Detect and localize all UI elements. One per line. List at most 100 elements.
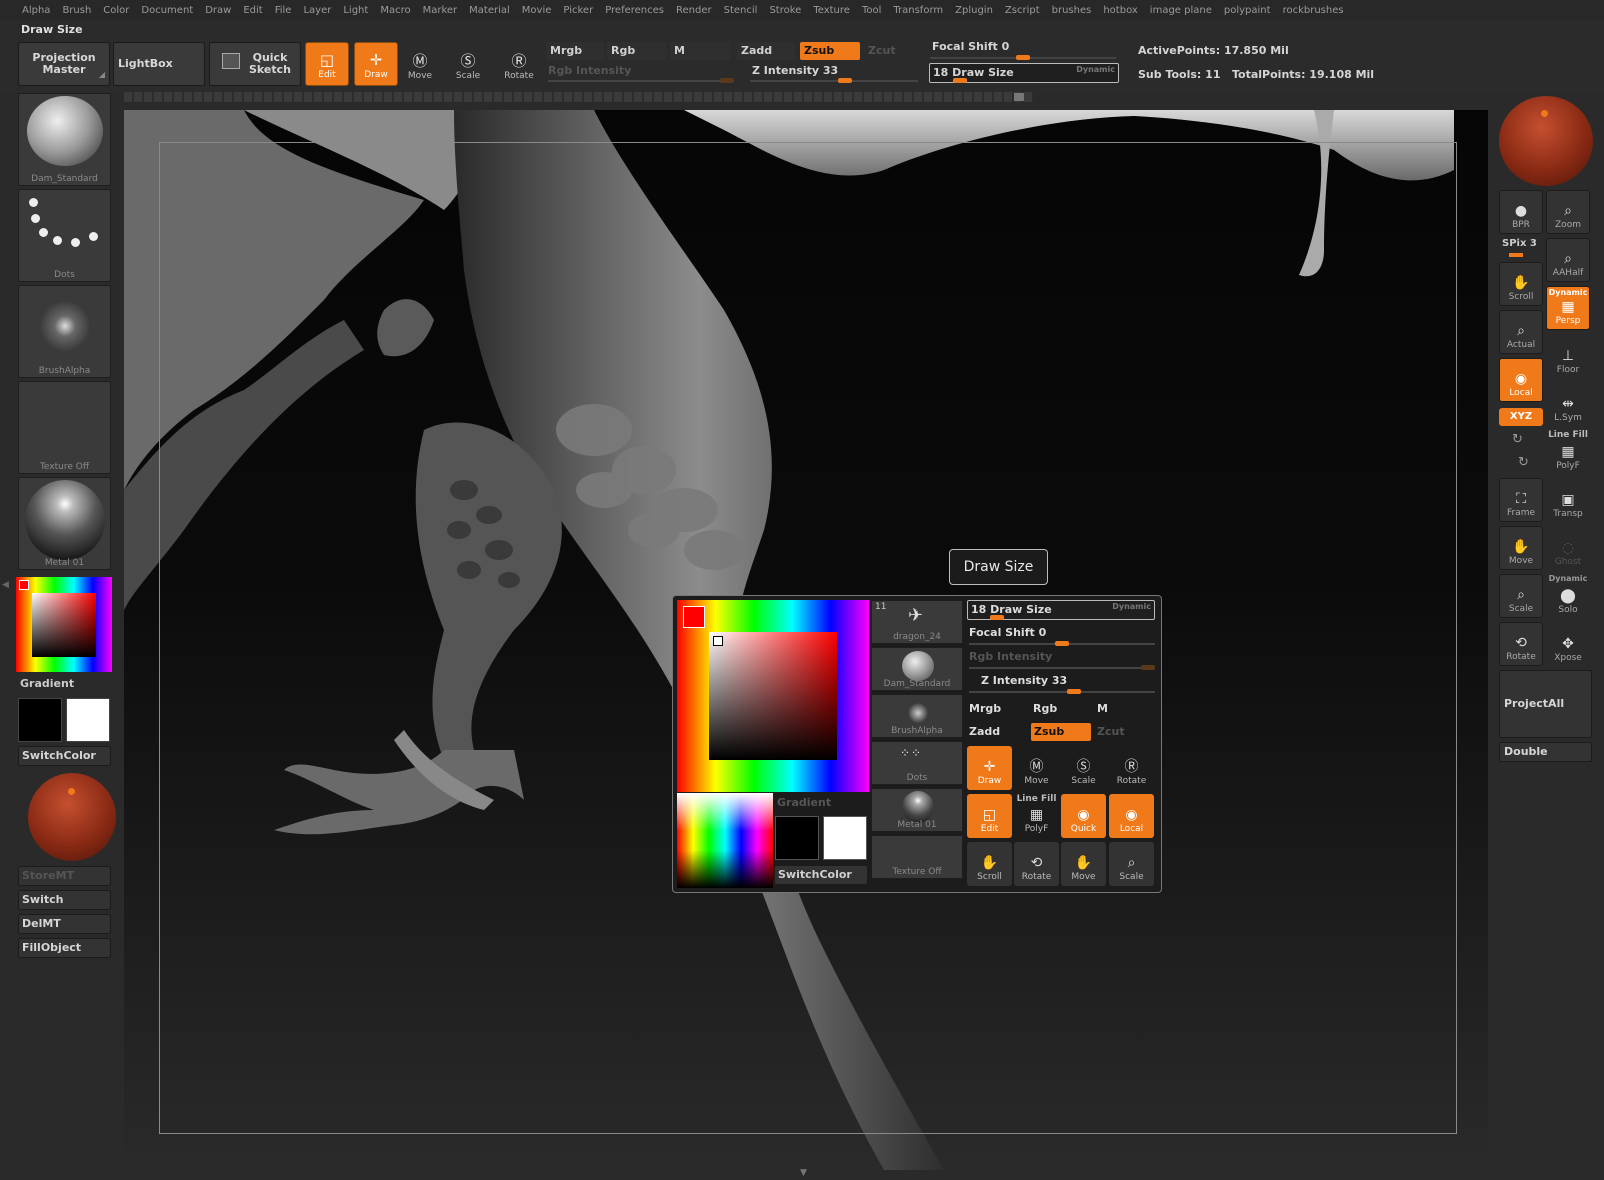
menu-item[interactable]: rockbrushes bbox=[1277, 5, 1350, 16]
popup-zadd-toggle[interactable]: Zadd bbox=[969, 725, 1000, 738]
popup-draw-size-knob[interactable] bbox=[990, 615, 1004, 620]
left-collapse-arrow-icon[interactable]: ◀ bbox=[2, 580, 9, 590]
popup-color-square[interactable] bbox=[709, 632, 837, 760]
color-selector-marker[interactable] bbox=[19, 580, 29, 590]
popup-rotate-view-button[interactable]: ⟲ Rotate bbox=[1014, 842, 1059, 886]
transp-button[interactable]: ▣ Transp bbox=[1546, 478, 1590, 522]
z-intensity-slider[interactable] bbox=[750, 80, 918, 82]
move-view-button[interactable]: ✋ Move bbox=[1499, 526, 1543, 570]
rgb-intensity-slider[interactable] bbox=[548, 80, 734, 82]
quick-sketch-button[interactable]: Quick Sketch bbox=[209, 42, 301, 86]
menu-item[interactable]: Stencil bbox=[718, 5, 764, 16]
color-picker-square[interactable] bbox=[32, 593, 96, 657]
brush-thumb[interactable]: Dam_Standard bbox=[18, 93, 111, 186]
frame-button[interactable]: ⛶ Frame bbox=[1499, 478, 1543, 522]
texture-thumb[interactable]: Texture Off bbox=[18, 381, 111, 474]
material-thumb[interactable]: Metal 01 bbox=[18, 477, 111, 570]
menu-item[interactable]: Brush bbox=[56, 5, 97, 16]
popup-zsub-toggle[interactable]: Zsub bbox=[1031, 723, 1091, 741]
primary-color-swatch[interactable] bbox=[18, 698, 62, 742]
popup-draw-button[interactable]: ✛ Draw bbox=[967, 746, 1012, 790]
ghost-button[interactable]: ◌ Ghost bbox=[1546, 526, 1590, 570]
menu-item[interactable]: Light bbox=[337, 5, 374, 16]
popup-zcut-toggle[interactable]: Zcut bbox=[1097, 725, 1125, 738]
store-mt-button[interactable]: StoreMT bbox=[18, 866, 111, 886]
menu-item[interactable]: Alpha bbox=[16, 5, 56, 16]
scale-view-button[interactable]: ⌕ Scale bbox=[1499, 574, 1543, 618]
material-sphere[interactable] bbox=[28, 773, 116, 861]
popup-draw-size-slider[interactable]: 18 Draw Size Dynamic bbox=[967, 600, 1155, 620]
popup-z-intensity-knob[interactable] bbox=[1067, 689, 1081, 694]
popup-local-button[interactable]: ◉ Local bbox=[1109, 794, 1154, 838]
switch-button[interactable]: Switch bbox=[18, 890, 111, 910]
menu-item[interactable]: File bbox=[269, 5, 298, 16]
aahalf-button[interactable]: ⌕ AAHalf bbox=[1546, 238, 1590, 282]
menu-item[interactable]: Edit bbox=[237, 5, 268, 16]
menu-item[interactable]: Macro bbox=[374, 5, 416, 16]
menu-item[interactable]: Material bbox=[463, 5, 516, 16]
draw-size-slider[interactable]: 18 Draw Size Dynamic bbox=[929, 63, 1119, 83]
popup-m-toggle[interactable]: M bbox=[1097, 702, 1108, 715]
zadd-toggle[interactable]: Zadd bbox=[737, 42, 795, 60]
stroke-thumb[interactable]: Dots bbox=[18, 189, 111, 282]
switch-color-button[interactable]: SwitchColor bbox=[18, 746, 111, 766]
floor-button[interactable]: ⊥ Floor bbox=[1546, 334, 1590, 378]
actual-button[interactable]: ⌕ Actual bbox=[1499, 310, 1543, 354]
popup-edit-button[interactable]: ◱ Edit bbox=[967, 794, 1012, 838]
menu-item[interactable]: Document bbox=[135, 5, 199, 16]
move-button[interactable]: Ⓜ Move bbox=[398, 42, 442, 86]
popup-scroll-button[interactable]: ✋ Scroll bbox=[967, 842, 1012, 886]
menu-item[interactable]: hotbox bbox=[1097, 5, 1143, 16]
top-scroll-strip[interactable] bbox=[124, 92, 1034, 102]
fill-object-button[interactable]: FillObject bbox=[18, 938, 111, 958]
menu-item[interactable]: image plane bbox=[1144, 5, 1218, 16]
lightbox-button[interactable]: LightBox bbox=[113, 42, 205, 86]
popup-move-view-button[interactable]: ✋ Move bbox=[1061, 842, 1106, 886]
m-toggle[interactable]: M bbox=[670, 42, 730, 60]
popup-switch-color-button[interactable]: SwitchColor bbox=[775, 866, 867, 884]
persp-button[interactable]: Dynamic ▦ Persp bbox=[1546, 286, 1590, 330]
popup-color-marker[interactable] bbox=[713, 636, 723, 646]
scroll-strip-handle[interactable] bbox=[1014, 93, 1024, 101]
z-intensity-knob[interactable] bbox=[838, 78, 852, 83]
popup-secondary-swatch[interactable] bbox=[823, 816, 867, 860]
popup-z-intensity-slider[interactable] bbox=[969, 691, 1155, 693]
spix-label[interactable]: SPix 3 bbox=[1502, 238, 1537, 249]
popup-move-button[interactable]: Ⓜ Move bbox=[1014, 746, 1059, 790]
rotate-axis-icon[interactable]: ↻ bbox=[1512, 432, 1523, 447]
mrgb-toggle[interactable]: Mrgb bbox=[546, 42, 604, 60]
alpha-thumb[interactable]: BrushAlpha bbox=[18, 285, 111, 378]
menu-item[interactable]: Preferences bbox=[599, 5, 670, 16]
zoom-button[interactable]: ⌕ Zoom bbox=[1546, 190, 1590, 234]
menu-item[interactable]: Movie bbox=[516, 5, 558, 16]
rgb-intensity-knob[interactable] bbox=[720, 78, 734, 83]
xyz-button[interactable]: XYZ bbox=[1499, 408, 1543, 426]
popup-stroke-thumb[interactable]: ⁘⁘ Dots bbox=[871, 741, 963, 785]
popup-quick-button[interactable]: ◉ Quick bbox=[1061, 794, 1106, 838]
popup-scale-button[interactable]: Ⓢ Scale bbox=[1061, 746, 1106, 790]
menu-item[interactable]: Zplugin bbox=[949, 5, 999, 16]
draw-size-knob[interactable] bbox=[953, 78, 967, 83]
popup-focal-shift-knob[interactable] bbox=[1055, 641, 1069, 646]
double-button[interactable]: Double bbox=[1499, 742, 1592, 762]
menu-item[interactable]: Layer bbox=[297, 5, 337, 16]
menu-item[interactable]: polypaint bbox=[1218, 5, 1277, 16]
bpr-button[interactable]: ● BPR bbox=[1499, 190, 1543, 234]
material-preview-sphere[interactable] bbox=[1499, 96, 1593, 186]
scale-button[interactable]: Ⓢ Scale bbox=[446, 42, 490, 86]
zcut-toggle[interactable]: Zcut bbox=[864, 42, 914, 60]
project-all-button[interactable]: ProjectAll bbox=[1499, 670, 1592, 738]
menu-item[interactable]: Picker bbox=[557, 5, 599, 16]
spix-slider-knob[interactable] bbox=[1509, 253, 1523, 257]
popup-selected-color[interactable] bbox=[683, 606, 705, 628]
popup-rgb-intensity-slider[interactable] bbox=[969, 667, 1155, 669]
menu-item[interactable]: Stroke bbox=[763, 5, 807, 16]
scroll-button[interactable]: ✋ Scroll bbox=[1499, 262, 1543, 306]
del-mt-button[interactable]: DelMT bbox=[18, 914, 111, 934]
popup-gradient-label[interactable]: Gradient bbox=[777, 796, 831, 809]
popup-spectrum[interactable] bbox=[677, 793, 773, 888]
menu-item[interactable]: Marker bbox=[417, 5, 464, 16]
popup-material-thumb[interactable]: Metal 01 bbox=[871, 788, 963, 832]
gradient-label[interactable]: Gradient bbox=[20, 677, 74, 690]
projection-master-button[interactable]: Projection Master ◢ bbox=[18, 42, 110, 86]
